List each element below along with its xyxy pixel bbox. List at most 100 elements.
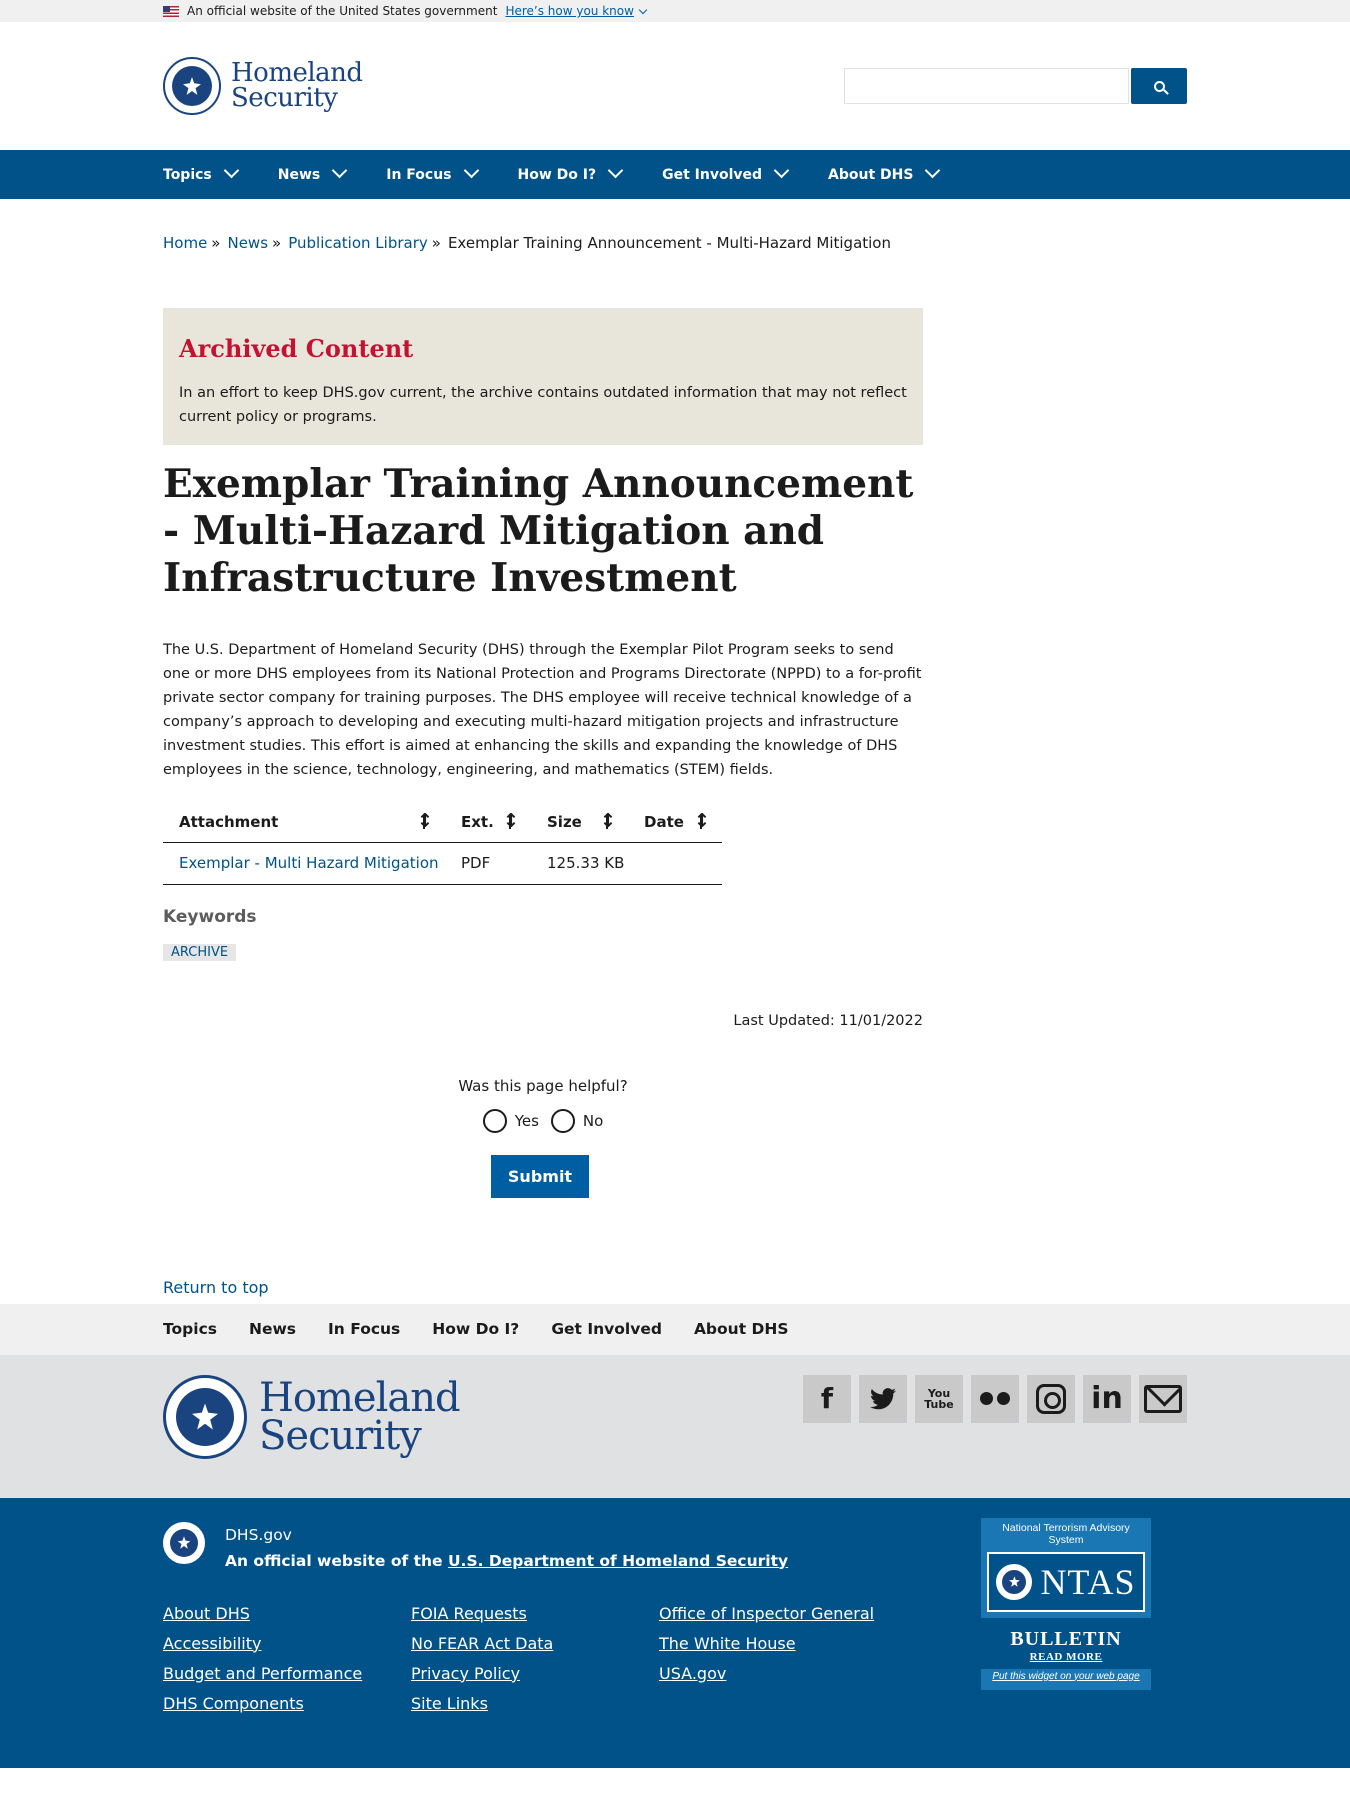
- ntas-bulletin: BULLETIN: [1010, 1627, 1122, 1650]
- chevron-down-icon: [607, 162, 624, 179]
- chevron-down-icon: [463, 162, 479, 179]
- archived-title: Archived Content: [179, 334, 414, 363]
- column-header-date[interactable]: Date: [628, 802, 722, 843]
- chevron-down-icon: [638, 5, 648, 15]
- table-row: Exemplar - Multi Hazard Mitigation PDF 1…: [163, 842, 722, 885]
- archived-content-notice: Archived Content In an effort to keep DH…: [163, 308, 923, 445]
- dhs-home-link[interactable]: U.S. Department of Homeland Security: [448, 1552, 788, 1570]
- official-prefix: An official website of the: [225, 1551, 443, 1570]
- submit-button[interactable]: Submit: [491, 1154, 589, 1198]
- nav-topics[interactable]: Topics: [163, 162, 240, 183]
- breadcrumb: Home » News » Publication Library » Exem…: [163, 234, 1187, 252]
- nav-news[interactable]: News: [278, 162, 348, 183]
- breadcrumb-publication-library[interactable]: Publication Library: [288, 234, 428, 252]
- attachment-ext: PDF: [445, 842, 531, 885]
- chevron-down-icon: [773, 162, 790, 179]
- breadcrumb-separator: »: [211, 234, 221, 252]
- nav-how-do-i[interactable]: How Do I?: [518, 162, 624, 183]
- page-body: The U.S. Department of Homeland Security…: [163, 642, 922, 778]
- footer-link-foia[interactable]: FOIA Requests: [411, 1602, 659, 1626]
- footer-nav-how-do-i[interactable]: How Do I?: [432, 1320, 519, 1338]
- dhs-logo[interactable]: Homeland Security: [163, 57, 363, 115]
- footer-link-accessibility[interactable]: Accessibility: [163, 1632, 411, 1656]
- twitter-icon[interactable]: [859, 1374, 907, 1423]
- heres-how-you-know-link[interactable]: Here’s how you know: [505, 0, 648, 22]
- ntas-read-more[interactable]: READ MORE: [981, 1651, 1151, 1663]
- ntas-logo: NTAS: [987, 1551, 1145, 1612]
- last-updated: Last Updated: 11/01/2022: [733, 1012, 923, 1029]
- ntas-widget-link[interactable]: Put this widget on your web page: [981, 1668, 1151, 1690]
- nav-about-dhs[interactable]: About DHS: [828, 162, 941, 183]
- gov-banner-text: An official website of the United States…: [187, 4, 498, 18]
- search-button[interactable]: [1131, 68, 1187, 104]
- keywords-heading: Keywords: [163, 906, 257, 927]
- dhs-seal-icon: [163, 1374, 247, 1459]
- youtube-icon[interactable]: You Tube: [915, 1374, 963, 1423]
- site-domain: DHS.gov: [225, 1525, 292, 1544]
- breadcrumb-separator: »: [272, 234, 282, 252]
- footer-nav: Topics News In Focus How Do I? Get Invol…: [0, 1303, 1350, 1355]
- footer-nav-news[interactable]: News: [249, 1320, 296, 1338]
- footer-link-privacy[interactable]: Privacy Policy: [411, 1662, 659, 1686]
- search-icon: [1153, 80, 1165, 92]
- instagram-icon[interactable]: [1027, 1374, 1075, 1423]
- nav-get-involved[interactable]: Get Involved: [662, 162, 790, 183]
- gov-banner: An official website of the United States…: [0, 0, 1350, 22]
- return-to-top-link[interactable]: Return to top: [163, 1278, 269, 1297]
- radio-circle-icon: [550, 1108, 575, 1133]
- footer-nav-about-dhs[interactable]: About DHS: [694, 1320, 789, 1338]
- attachments-table: Attachment Ext. Size Date Exemplar - Mul…: [163, 802, 722, 885]
- sort-icon: [503, 810, 519, 832]
- sort-icon: [694, 810, 710, 832]
- footer-link-budget[interactable]: Budget and Performance: [163, 1662, 411, 1686]
- flickr-icon[interactable]: [971, 1374, 1019, 1423]
- footer-nav-get-involved[interactable]: Get Involved: [551, 1320, 662, 1338]
- breadcrumb-home[interactable]: Home: [163, 234, 207, 252]
- main-content: Home » News » Publication Library » Exem…: [163, 234, 1187, 1297]
- chevron-down-icon: [331, 162, 348, 179]
- radio-no[interactable]: No: [550, 1108, 603, 1133]
- dhs-seal-icon: [163, 57, 221, 115]
- ntas-widget[interactable]: National Terrorism Advisory System NTAS …: [981, 1517, 1151, 1690]
- facebook-icon[interactable]: f: [803, 1374, 851, 1423]
- linkedin-icon[interactable]: in: [1083, 1374, 1131, 1423]
- footer-link-components[interactable]: DHS Components: [163, 1692, 411, 1716]
- radio-yes[interactable]: Yes: [482, 1108, 539, 1133]
- footer-link-about-dhs[interactable]: About DHS: [163, 1602, 411, 1626]
- footer-link-oig[interactable]: Office of Inspector General: [659, 1602, 907, 1626]
- footer-link-white-house[interactable]: The White House: [659, 1632, 907, 1656]
- attachment-link[interactable]: Exemplar - Multi Hazard Mitigation: [179, 854, 439, 872]
- footer-nav-topics[interactable]: Topics: [163, 1320, 217, 1338]
- footer-logo-wordmark: Homeland Security: [259, 1374, 461, 1459]
- column-header-ext[interactable]: Ext.: [445, 802, 531, 843]
- footer-link-site-links[interactable]: Site Links: [411, 1692, 659, 1716]
- logo-wordmark: Homeland Security: [231, 58, 363, 113]
- column-header-attachment[interactable]: Attachment: [163, 802, 445, 843]
- footer-link-no-fear[interactable]: No FEAR Act Data: [411, 1632, 659, 1656]
- breadcrumb-news[interactable]: News: [227, 234, 268, 252]
- us-flag-icon: [163, 5, 179, 17]
- sort-icon: [417, 810, 433, 832]
- email-icon[interactable]: [1139, 1374, 1187, 1423]
- keyword-archive-link[interactable]: ARCHIVE: [171, 945, 228, 960]
- nav-in-focus[interactable]: In Focus: [386, 162, 479, 183]
- dhs-seal-icon: [163, 1521, 205, 1564]
- radio-circle-icon: [482, 1108, 507, 1133]
- column-header-size[interactable]: Size: [531, 802, 628, 843]
- site-header: Homeland Security: [0, 22, 1350, 150]
- search-form: [844, 68, 1187, 104]
- attachment-size: 125.33 KB: [531, 842, 628, 885]
- feedback-question: Was this page helpful?: [458, 1076, 628, 1095]
- search-input[interactable]: [844, 68, 1129, 104]
- main-nav: Topics News In Focus How Do I? Get Invol…: [0, 150, 1350, 199]
- footer-bottom: DHS.gov An official website of the U.S. …: [0, 1497, 1350, 1768]
- breadcrumb-separator: »: [431, 234, 441, 252]
- footer-nav-in-focus[interactable]: In Focus: [328, 1320, 400, 1338]
- footer-dhs-logo[interactable]: Homeland Security: [163, 1374, 461, 1459]
- archived-text: In an effort to keep DHS.gov current, th…: [179, 385, 907, 425]
- chevron-down-icon: [925, 162, 941, 179]
- chevron-down-icon: [223, 162, 240, 179]
- social-links: f You Tube in: [795, 1374, 1187, 1459]
- return-to-top: Return to top: [163, 1278, 1187, 1297]
- footer-link-usa-gov[interactable]: USA.gov: [659, 1662, 907, 1686]
